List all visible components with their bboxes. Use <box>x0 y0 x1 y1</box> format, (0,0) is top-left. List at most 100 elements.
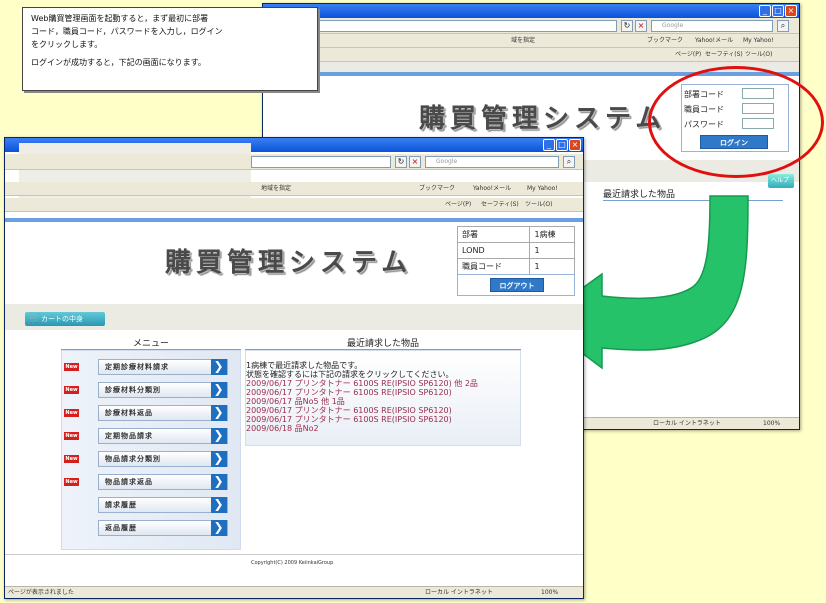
bookmarks-link[interactable]: ブックマーク <box>647 36 683 46</box>
callout-line-2: コード，職員コード，パスワードを入力し，ログイン <box>31 27 223 36</box>
recent-request-link[interactable]: 2009/06/18 品No2 <box>246 424 319 433</box>
menu-item-goods-by-category[interactable]: 物品請求分類別 ❯ <box>98 451 228 467</box>
address-row: ↻ × Google ⌕ <box>263 18 799 34</box>
links-text[interactable]: 域を指定 <box>511 36 535 46</box>
stop-icon[interactable]: × <box>409 156 421 168</box>
tools-menu[interactable]: ツール(O) <box>525 200 552 210</box>
chevron-right-icon: ❯ <box>211 428 227 444</box>
callout-line-1: Web購買管理画面を起動すると，まず最初に部署 <box>31 14 209 23</box>
menu-item-label: 診療材料分類別 <box>105 386 161 394</box>
menu-item-label: 定期診療材料請求 <box>105 363 169 371</box>
instruction-callout: Web購買管理画面を起動すると，まず最初に部署 コード，職員コード，パスワードを… <box>22 7 318 91</box>
info-label: LOND <box>456 242 531 259</box>
address-bar[interactable] <box>267 20 617 32</box>
region-link[interactable]: 地域を指定 <box>261 184 291 194</box>
zone-text: ローカル イントラネット <box>653 420 721 427</box>
safety-menu[interactable]: セーフティ(S) <box>481 200 519 210</box>
chevron-right-icon: ❯ <box>211 451 227 467</box>
menu-item-goods-return[interactable]: 物品請求返品 ❯ <box>98 474 228 490</box>
search-input[interactable]: Google <box>651 20 773 32</box>
close-button[interactable]: × <box>569 139 581 151</box>
menu-item-label: 物品請求分類別 <box>105 455 161 463</box>
search-icon[interactable]: ⌕ <box>563 156 575 168</box>
page-menu[interactable]: ページ(P) <box>445 200 471 210</box>
info-value: 1 <box>529 242 575 259</box>
address-row: ↻ × Google ⌕ <box>5 154 583 170</box>
tools-menu[interactable]: ツール(O) <box>745 50 772 60</box>
recent-request-link[interactable]: 2009/06/17 プリンタトナー 6100S RE(IPSIO SP6120… <box>246 406 452 415</box>
system-title: 購買管理システム <box>419 104 667 134</box>
command-toolbar: ページ(P) セーフティ(S) ツール(O) <box>263 48 799 62</box>
footer-divider <box>5 554 583 555</box>
my-yahoo-link[interactable]: My Yahoo! <box>743 36 774 46</box>
menu-item-regular-goods-request[interactable]: 定期物品請求 ❯ <box>98 428 228 444</box>
info-row: 職員コード 1 <box>456 258 575 275</box>
address-bar[interactable] <box>251 156 391 168</box>
menu-item-label: 請求履歴 <box>105 501 137 509</box>
minimize-button[interactable]: _ <box>543 139 555 151</box>
menu-panel: New 定期診療材料請求 ❯ New 診療材料分類別 ❯ New 診療材料返品 ❯ N… <box>61 350 241 550</box>
recent-request-link[interactable]: 2009/06/17 プリンタトナー 6100S RE(IPSIO SP6120… <box>246 415 452 424</box>
callout-line-4: ログインが成功すると，下記の画面になります。 <box>31 58 206 67</box>
chevron-right-icon: ❯ <box>211 382 227 398</box>
close-button[interactable]: × <box>785 5 797 17</box>
info-value: 1 <box>529 258 575 275</box>
info-row: LOND 1 <box>456 242 575 259</box>
new-badge: New <box>64 409 79 417</box>
copyright: Copyright(C) 2009 KeiinkaiGroup <box>251 560 334 566</box>
info-label: 部署 <box>456 226 531 243</box>
status-bar: ページが表示されました ローカル イントラネット 100% <box>5 586 583 598</box>
cart-icon: 🛒 <box>29 314 41 324</box>
new-badge: New <box>64 478 79 486</box>
yahoo-mail-link[interactable]: Yahoo!メール <box>695 36 733 46</box>
menu-item-medical-return[interactable]: 診療材料返品 ❯ <box>98 405 228 421</box>
recent-request-link[interactable]: 2009/06/17 プリンタトナー 6100S RE(IPSIO SP6120… <box>246 379 478 388</box>
chevron-right-icon: ❯ <box>211 497 227 513</box>
menu-item-return-history[interactable]: 返品履歴 ❯ <box>98 520 228 536</box>
search-input[interactable]: Google <box>425 156 559 168</box>
menu-item-medical-by-category[interactable]: 診療材料分類別 ❯ <box>98 382 228 398</box>
menu-item-label: 返品履歴 <box>105 524 137 532</box>
header-stripe <box>5 218 583 222</box>
recent-request-link[interactable]: 2009/06/17 品No5 他 1品 <box>246 397 345 406</box>
maximize-button[interactable]: □ <box>556 139 568 151</box>
refresh-icon[interactable]: ↻ <box>621 20 633 32</box>
yahoo-mail-link[interactable]: Yahoo!メール <box>473 184 511 194</box>
recent-request-link[interactable]: 2009/06/17 プリンタトナー 6100S RE(IPSIO SP6120… <box>246 388 452 397</box>
menu-heading: メニュー <box>61 336 241 350</box>
chevron-right-icon: ❯ <box>211 474 227 490</box>
maximize-button[interactable]: □ <box>772 5 784 17</box>
minimize-button[interactable]: _ <box>759 5 771 17</box>
logout-button[interactable]: ログアウト <box>490 278 544 292</box>
recent-intro: 1病棟で最近請求した物品です。 <box>246 361 363 370</box>
recent-panel: 1病棟で最近請求した物品です。 状態を確認するには下記の請求をクリックしてくださ… <box>245 350 521 446</box>
menu-item-label: 定期物品請求 <box>105 432 153 440</box>
main-browser-window: _ □ × ↻ × Google ⌕ 地域を指定 ブックマーク Yahoo!メー… <box>4 137 584 599</box>
new-badge: New <box>64 455 79 463</box>
logout-area: ログアウト <box>457 274 575 296</box>
safety-menu[interactable]: セーフティ(S) <box>705 50 743 60</box>
recent-instruction: 状態を確認するには下記の請求をクリックしてください。 <box>246 370 454 379</box>
login-highlight-ring <box>648 66 824 178</box>
chevron-right-icon: ❯ <box>211 359 227 375</box>
menu-item-request-history[interactable]: 請求履歴 ❯ <box>98 497 228 513</box>
help-label: ヘルプ <box>771 177 790 184</box>
info-row: 部署 1病棟 <box>456 226 575 243</box>
refresh-icon[interactable]: ↻ <box>395 156 407 168</box>
status-text: ページが表示されました <box>8 589 74 596</box>
menu-item-label: 物品請求返品 <box>105 478 153 486</box>
stop-icon[interactable]: × <box>635 20 647 32</box>
search-icon[interactable]: ⌕ <box>777 20 789 32</box>
page-menu[interactable]: ページ(P) <box>675 50 701 60</box>
zoom-level[interactable]: 100% <box>541 587 558 598</box>
cart-button[interactable]: 🛒 カートの中身 <box>25 312 105 326</box>
links-toolbar: 地域を指定 ブックマーク Yahoo!メール My Yahoo! <box>5 182 583 196</box>
my-yahoo-link[interactable]: My Yahoo! <box>527 184 558 194</box>
system-title: 購買管理システム <box>165 248 413 278</box>
bookmarks-link[interactable]: ブックマーク <box>419 184 455 194</box>
menu-item-regular-medical-request[interactable]: 定期診療材料請求 ❯ <box>98 359 228 375</box>
new-badge: New <box>64 363 79 371</box>
zoom-level[interactable]: 100% <box>763 418 780 429</box>
command-toolbar: ページ(P) セーフティ(S) ツール(O) <box>5 198 583 212</box>
help-button[interactable]: ヘルプ <box>768 174 794 188</box>
